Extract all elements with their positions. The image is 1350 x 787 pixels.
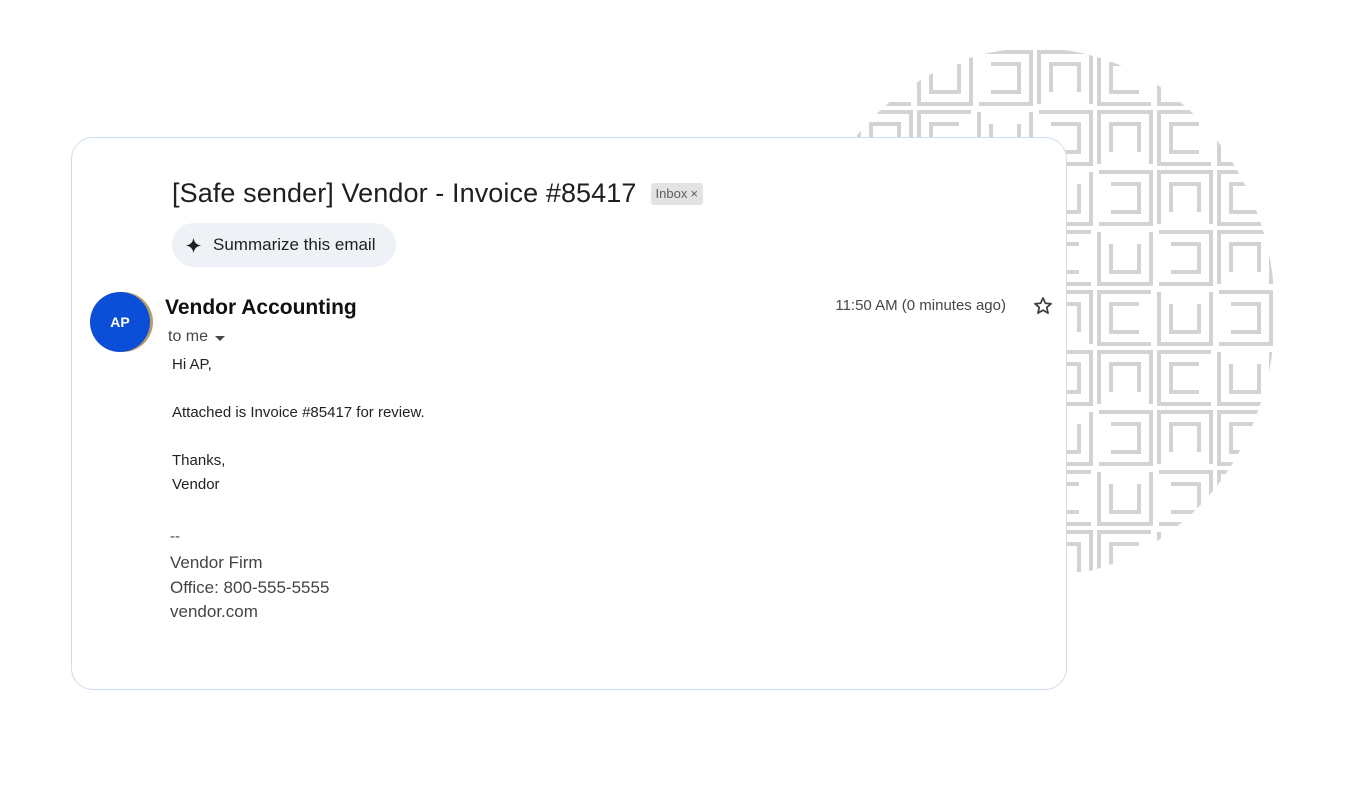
maze-stroke [1229,124,1261,154]
remove-label-icon[interactable]: × [690,186,698,202]
maze-stroke [1109,122,1141,152]
inbox-label-text: Inbox [655,185,688,201]
maze-stroke [1231,542,1261,574]
maze-stroke [1157,170,1213,224]
maze-stroke [1229,242,1261,272]
email-body-line: Attached is Invoice #85417 for review. [172,404,425,421]
maze-stroke [1049,62,1081,92]
maze-stroke [1157,532,1213,578]
maze-stroke [1159,470,1213,526]
maze-stroke [1171,242,1201,274]
maze-stroke [1111,182,1141,214]
maze-stroke [1217,230,1273,284]
maze-stroke [991,62,1021,94]
maze-stroke [1097,350,1153,404]
maze-stroke [1217,112,1273,166]
maze-stroke [1097,110,1153,164]
maze-stroke [1109,484,1141,514]
maze-stroke [1157,410,1213,464]
maze-stroke [1171,482,1201,514]
email-body-sign-name: Vendor [172,476,220,493]
maze-stroke [1217,170,1271,226]
maze-stroke [1217,410,1271,466]
maze-stroke [1219,50,1273,106]
recipient-text: to me [168,328,209,345]
maze-stroke [1169,422,1201,452]
maze-stroke [1217,470,1273,524]
maze-stroke [929,64,961,94]
recipient-details-toggle[interactable]: to me [168,328,226,346]
maze-stroke [1097,232,1153,286]
maze-stroke [1109,302,1139,334]
maze-stroke [1097,530,1151,578]
sparkle-icon [185,237,202,254]
maze-stroke [1157,52,1213,106]
chevron-down-icon[interactable] [215,335,226,341]
signature-phone: Office: 800-555-5555 [170,578,330,597]
maze-stroke [1229,182,1259,214]
maze-stroke [917,52,973,106]
maze-stroke [1169,362,1199,394]
maze-stroke [1159,230,1213,286]
maze-stroke [1217,352,1273,406]
maze-stroke [1099,410,1153,466]
maze-stroke [1157,110,1211,166]
maze-stroke [1231,62,1261,94]
maze-stroke [1109,244,1141,274]
email-body-closing: Thanks, [172,452,226,469]
maze-stroke [1169,544,1201,574]
maze-stroke [857,50,911,106]
maze-stroke [869,62,899,94]
avatar-initials: AP [110,314,130,330]
maze-stroke [1109,542,1139,574]
summarize-button-label: Summarize this email [213,235,376,254]
signature-separator: -- [170,528,180,545]
maze-stroke [1219,530,1273,578]
star-icon[interactable] [1032,295,1054,317]
sender-name[interactable]: Vendor Accounting [165,296,357,320]
maze-stroke [1169,122,1199,154]
email-subject: [Safe sender] Vendor - Invoice #85417 [172,178,637,208]
signature-website[interactable]: vendor.com [170,602,258,622]
maze-stroke [797,50,853,104]
maze-stroke [1109,362,1141,392]
subject-row: [Safe sender] Vendor - Invoice #85417 In… [172,178,703,209]
inbox-label-chip[interactable]: Inbox × [650,182,703,205]
summarize-email-button[interactable]: Summarize this email [172,223,396,267]
email-timestamp: 11:50 AM (0 minutes ago) [835,297,1006,314]
maze-stroke [1097,290,1151,346]
maze-stroke [1219,290,1273,346]
maze-stroke [1169,64,1201,94]
maze-stroke [1109,62,1139,94]
maze-stroke [1229,422,1259,454]
email-body-greeting: Hi AP, [172,356,212,373]
signature-firm: Vendor Firm [170,553,263,572]
maze-stroke [1097,50,1151,106]
maze-stroke [1157,350,1211,406]
maze-stroke [1037,50,1093,104]
maze-stroke [979,50,1033,106]
maze-stroke [1229,482,1261,512]
maze-stroke [1169,304,1201,334]
maze-stroke [1229,364,1261,394]
maze-stroke [1169,182,1201,212]
maze-stroke [1097,472,1153,526]
sender-avatar[interactable]: AP [90,292,150,352]
maze-stroke [1157,292,1213,346]
maze-stroke [1099,170,1153,226]
maze-stroke [1111,422,1141,454]
maze-stroke [809,62,841,92]
maze-stroke [1231,302,1261,334]
email-card: [Safe sender] Vendor - Invoice #85417 In… [71,137,1067,690]
